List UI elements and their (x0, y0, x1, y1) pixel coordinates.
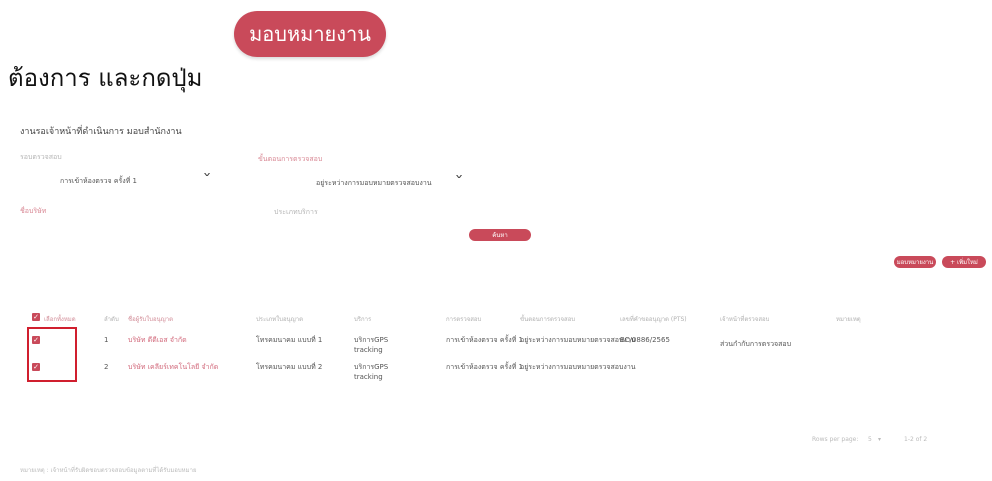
assign-task-button[interactable]: มอบหมายงาน (234, 11, 386, 57)
row-service: บริการGPS tracking (354, 336, 389, 354)
assign-small-button[interactable]: มอบหมายงาน (894, 256, 936, 268)
filter-company-label: ชื่อบริษัท (20, 207, 47, 215)
filter-service-label: ประเภทบริการ (274, 208, 318, 216)
chevron-down-icon: ˅ (202, 172, 212, 186)
filter-round-select[interactable]: การเข้าห้องตรวจ ครั้งที่ 1 ˅ (20, 172, 220, 188)
row-officer: ส่วนกำกับการตรวจสอบ (720, 340, 792, 348)
row-no: 2 (104, 363, 109, 371)
rows-per-page-label: Rows per page: (812, 436, 859, 443)
row-status: อยู่ระหว่างการมอบหมายตรวจสอบงาน (520, 336, 636, 344)
row-company[interactable]: บริษัท ดีดีเอส จำกัด (128, 335, 187, 345)
row-ref: BC/0886/2565 (620, 336, 670, 344)
header-officer: เจ้าหน้าที่ตรวจสอบ (720, 316, 770, 323)
select-all-checkbox[interactable]: ✓ (32, 313, 40, 321)
page-range: 1-2 of 2 (904, 436, 928, 443)
row-round: การเข้าห้องตรวจ ครั้งที่ 1 (446, 336, 523, 344)
add-button[interactable]: + เพิ่มใหม่ (942, 256, 986, 268)
header-license: ประเภทใบอนุญาต (256, 316, 304, 323)
chevron-down-icon: ˅ (454, 174, 464, 188)
footer-note: หมายเหตุ : เจ้าหน้าที่รับผิดชอบตรวจสอบข้… (20, 467, 197, 474)
row-round: การเข้าห้องตรวจ ครั้งที่ 1 (446, 363, 523, 371)
page-title: งานรอเจ้าหน้าที่ดำเนินการ มอบสำนักงาน (20, 127, 182, 137)
header-company: ชื่อผู้รับใบอนุญาต (128, 316, 174, 323)
header-service: บริการ (354, 316, 372, 323)
rows-per-page-select[interactable]: 5 (868, 436, 872, 443)
row-license: โทรคมนาคม แบบที่ 1 (256, 336, 323, 344)
filter-status-value: อยู่ระหว่างการมอบหมายตรวจสอบงาน (316, 179, 432, 187)
header-no: ลำดับ (104, 316, 119, 323)
header-status: ขั้นตอนการตรวจสอบ (520, 316, 576, 323)
row-service: บริการGPS tracking (354, 363, 389, 381)
checkbox-highlight-box (27, 327, 77, 382)
filter-status-label: ขั้นตอนการตรวจสอบ (258, 155, 323, 163)
filter-round-value: การเข้าห้องตรวจ ครั้งที่ 1 (60, 177, 137, 185)
chevron-down-icon: ▾ (878, 436, 882, 443)
header-ref: เลขที่คำขออนุญาต (PTS) (620, 316, 687, 323)
row-no: 1 (104, 336, 109, 344)
row-company[interactable]: บริษัท เคลียร์เทคโนโลยี จำกัด (128, 362, 218, 372)
filter-status-select[interactable]: อยู่ระหว่างการมอบหมายตรวจสอบงาน ˅ (258, 174, 468, 190)
table-row: ✓ 1 บริษัท ดีดีเอส จำกัด โทรคมนาคม แบบที… (20, 335, 980, 359)
row-license: โทรคมนาคม แบบที่ 2 (256, 363, 323, 371)
table-header: ✓ เลือกทั้งหมด ลำดับ ชื่อผู้รับใบอนุญาต … (20, 312, 980, 324)
header-round: การตรวจสอบ (446, 316, 482, 323)
filter-round-label: รอบตรวจสอบ (20, 153, 62, 161)
row-status: อยู่ระหว่างการมอบหมายตรวจสอบงาน (520, 363, 636, 371)
search-button[interactable]: ค้นหา (469, 229, 531, 241)
instruction-text: ต้องการ และกดปุ่ม (8, 64, 203, 92)
header-select-all: เลือกทั้งหมด (44, 316, 76, 323)
table-row: ✓ 2 บริษัท เคลียร์เทคโนโลยี จำกัด โทรคมน… (20, 362, 980, 386)
header-note: หมายเหตุ (836, 316, 861, 323)
pagination: Rows per page: 5 ▾ 1-2 of 2 (812, 435, 982, 447)
